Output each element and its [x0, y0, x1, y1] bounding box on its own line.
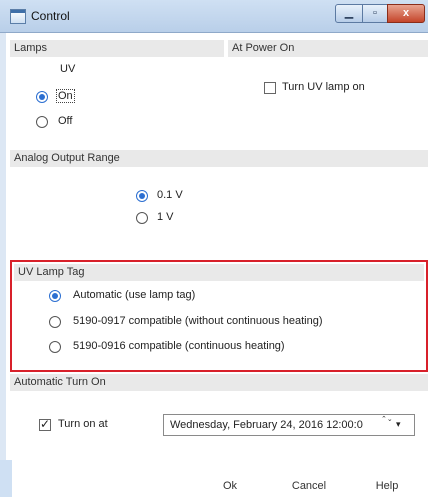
tag-automatic-radio[interactable]: [49, 290, 61, 302]
datetime-picker[interactable]: Wednesday, February 24, 2016 12:00:0 ⌃⌄ …: [163, 414, 415, 436]
tag-5190-0917-label[interactable]: 5190-0917 compatible (without continuous…: [73, 315, 323, 327]
analog-0-1v-label[interactable]: 0.1 V: [157, 189, 183, 201]
window-title: Control: [31, 9, 70, 23]
app-window-icon: [10, 9, 26, 24]
power-on-header: At Power On: [228, 40, 428, 57]
auto-turn-on-header: Automatic Turn On: [10, 374, 428, 391]
spin-updown-icon[interactable]: ⌃⌄: [381, 416, 393, 434]
uv-lamp-tag-header: UV Lamp Tag: [14, 264, 424, 281]
lamp-on-label[interactable]: On: [56, 89, 75, 103]
minimize-icon: ▁: [344, 7, 354, 19]
chevron-down-icon[interactable]: ▾: [396, 419, 401, 430]
lamp-off-radio[interactable]: [36, 116, 48, 128]
lamp-on-radio[interactable]: [36, 91, 48, 103]
tag-5190-0916-radio[interactable]: [49, 341, 61, 353]
tag-automatic-label[interactable]: Automatic (use lamp tag): [73, 289, 195, 301]
uv-column-label: UV: [60, 63, 76, 75]
close-button[interactable]: x: [387, 4, 425, 23]
maximize-icon: ▫: [373, 7, 377, 19]
tag-5190-0917-radio[interactable]: [49, 316, 61, 328]
ok-button[interactable]: Ok: [210, 475, 250, 497]
close-icon: x: [402, 7, 410, 19]
analog-output-header: Analog Output Range: [10, 150, 428, 167]
analog-1v-label[interactable]: 1 V: [157, 211, 174, 223]
analog-1v-radio[interactable]: [136, 212, 148, 224]
turn-on-at-label[interactable]: Turn on at: [58, 418, 108, 430]
window-left-edge: [0, 32, 6, 497]
lamps-header: Lamps: [10, 40, 224, 57]
turn-on-at-checkbox[interactable]: [39, 417, 51, 431]
datetime-value[interactable]: Wednesday, February 24, 2016 12:00:0: [170, 419, 363, 431]
tag-5190-0916-label[interactable]: 5190-0916 compatible (continuous heating…: [73, 340, 285, 352]
minimize-button[interactable]: ▁: [335, 4, 363, 23]
turn-uv-lamp-on-label[interactable]: Turn UV lamp on: [282, 81, 365, 93]
maximize-button[interactable]: ▫: [362, 4, 388, 23]
window-bottom-left-edge: [0, 460, 12, 497]
title-bar[interactable]: Control ▁ ▫ x: [0, 0, 428, 33]
lamp-off-label[interactable]: Off: [58, 115, 72, 127]
turn-uv-lamp-on-checkbox[interactable]: [264, 82, 276, 94]
cancel-button[interactable]: Cancel: [280, 475, 338, 497]
help-button[interactable]: Help: [362, 475, 412, 497]
analog-0-1v-radio[interactable]: [136, 190, 148, 202]
